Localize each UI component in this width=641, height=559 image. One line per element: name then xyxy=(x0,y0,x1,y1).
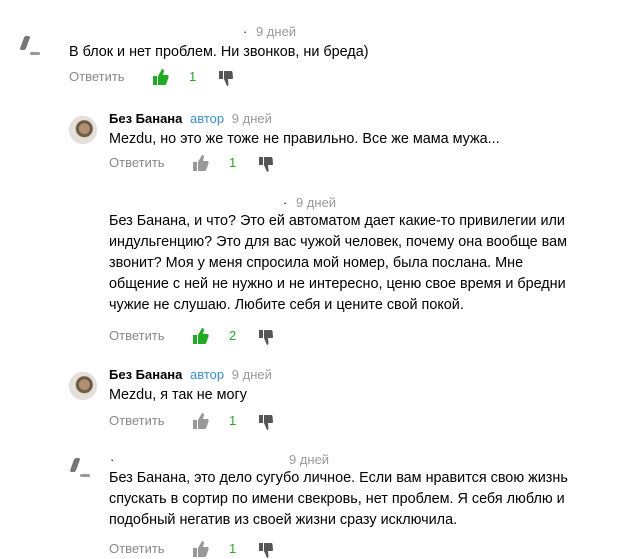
comment-actions: Ответить 1 xyxy=(109,153,309,173)
author-name[interactable]: Без Банана xyxy=(109,111,182,126)
avatar[interactable] xyxy=(69,116,97,144)
comment-text: Без Банана, это дело сугубо личное. Если… xyxy=(109,468,629,531)
comment-3: Без Банана автор 9 дней Mezdu, я так не … xyxy=(0,360,641,435)
comment-line: чужие не слушаю. Любите себя и цените св… xyxy=(109,297,464,313)
comment-date: 9 дней xyxy=(255,24,297,39)
comment-line: спускать в сортир по имени свекровь, нет… xyxy=(109,491,565,507)
comment-line: В блок и нет проблем. Ни звонков, ни бре… xyxy=(69,44,369,60)
comment-actions: Ответить 2 xyxy=(109,326,309,346)
like-count: 1 xyxy=(189,69,197,84)
thumbs-down-icon[interactable] xyxy=(259,157,273,173)
author-name[interactable]: Без Банана xyxy=(109,367,182,382)
thumbs-up-icon[interactable] xyxy=(193,540,209,558)
avatar[interactable] xyxy=(70,454,96,480)
comment-actions: Ответить 1 xyxy=(109,539,309,559)
comment-0: · 9 дней В блок и нет проблем. Ни звонко… xyxy=(0,0,641,95)
comment-meta: · 9 дней xyxy=(283,195,336,211)
thumbs-up-icon[interactable] xyxy=(193,154,209,172)
comment-date: 9 дней xyxy=(295,195,337,210)
reply-button[interactable]: Ответить xyxy=(109,153,165,173)
comment-2: · 9 дней Без Банана, и что? Это ей автом… xyxy=(0,190,641,350)
like-count: 1 xyxy=(229,155,237,170)
reply-button[interactable]: Ответить xyxy=(109,411,165,431)
reply-button[interactable]: Ответить xyxy=(69,67,125,87)
comment-text: В блок и нет проблем. Ни звонков, ни бре… xyxy=(69,42,589,63)
comment-meta: · 9 дней xyxy=(110,452,329,468)
avatar[interactable] xyxy=(69,372,97,400)
comment-meta: Без Банана автор 9 дней xyxy=(109,111,272,127)
thumbs-down-icon[interactable] xyxy=(259,543,273,559)
thumbs-up-icon[interactable] xyxy=(193,327,209,345)
like-count: 1 xyxy=(229,541,237,556)
thumbs-up-icon[interactable] xyxy=(193,412,209,430)
comment-1: Без Банана автор 9 дней Mezdu, но это же… xyxy=(0,100,641,180)
comment-line: Mezdu, я так не могу xyxy=(109,387,247,403)
comment-text: Без Банана, и что? Это ей автоматом дает… xyxy=(109,211,629,316)
author-name-cut: · xyxy=(243,24,249,39)
comment-actions: Ответить 1 xyxy=(109,411,309,431)
comment-line: Без Банана, это дело сугубо личное. Если… xyxy=(109,470,568,486)
comment-4: · 9 дней Без Банана, это дело сугубо лич… xyxy=(0,440,641,558)
comment-line: общение с ней не нужно и не интересно, ц… xyxy=(109,276,566,292)
thumbs-down-icon[interactable] xyxy=(219,71,233,87)
comment-text: Mezdu, я так не могу xyxy=(109,385,629,406)
comment-meta: Без Банана автор 9 дней xyxy=(109,367,272,383)
reply-button[interactable]: Ответить xyxy=(109,326,165,346)
author-badge: автор xyxy=(190,111,225,126)
comment-date: 9 дней xyxy=(231,111,272,126)
avatar[interactable] xyxy=(20,32,46,58)
reply-button[interactable]: Ответить xyxy=(109,539,165,559)
comment-date: 9 дней xyxy=(231,367,272,382)
author-badge: автор xyxy=(190,367,225,382)
like-count: 1 xyxy=(229,413,237,428)
comment-date: 9 дней xyxy=(288,452,330,467)
comment-line: Без Банана, и что? Это ей автоматом дает… xyxy=(109,213,565,229)
comment-meta: · 9 дней xyxy=(243,24,296,40)
comment-text: Mezdu, но это же тоже не правильно. Все … xyxy=(109,129,629,150)
author-name-cut: · xyxy=(283,195,289,210)
like-count: 2 xyxy=(229,328,237,343)
comment-line: звонит? Моя у меня спросила мой номер, б… xyxy=(109,255,524,271)
author-name-cut: · xyxy=(110,452,116,467)
comment-line: индульгенцию? Это для вас чужой человек,… xyxy=(109,234,568,250)
thumbs-up-icon[interactable] xyxy=(153,68,169,86)
thumbs-down-icon[interactable] xyxy=(259,415,273,431)
comment-line: подобный негатив из своей жизни сразу ис… xyxy=(109,512,458,528)
comment-actions: Ответить 1 xyxy=(69,67,269,87)
comment-line: Mezdu, но это же тоже не правильно. Все … xyxy=(109,131,500,147)
thumbs-down-icon[interactable] xyxy=(259,330,273,346)
